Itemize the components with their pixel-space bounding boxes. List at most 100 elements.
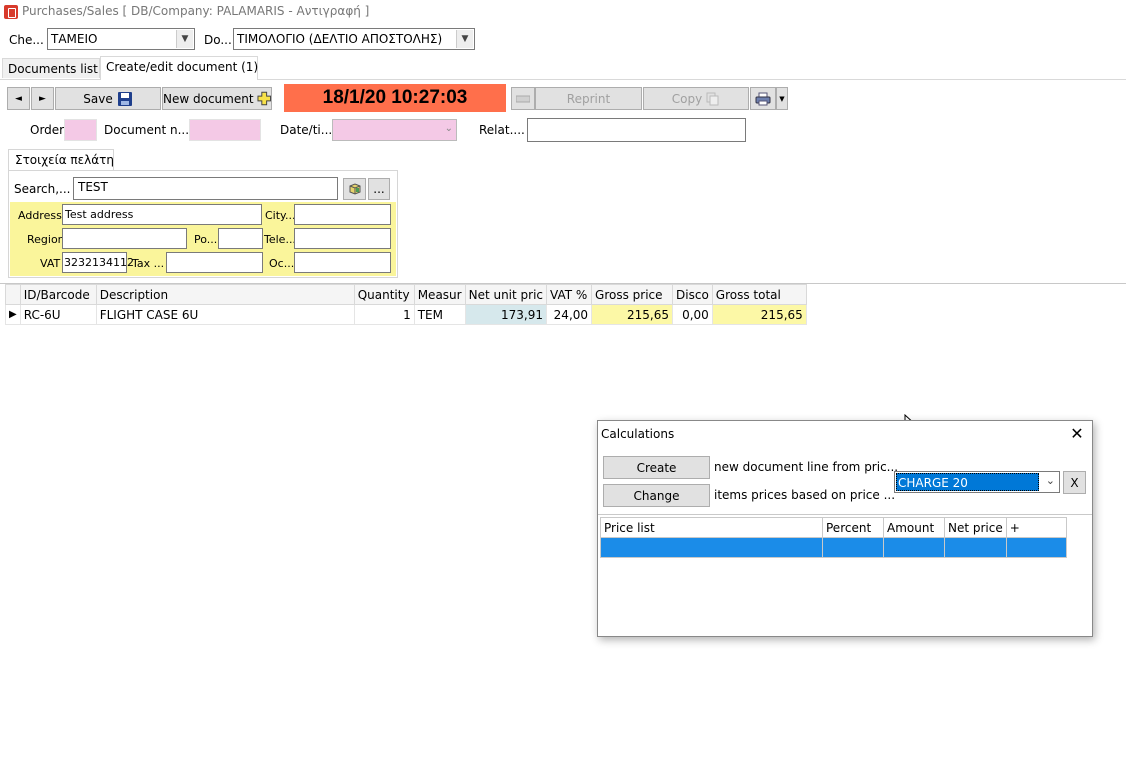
tab-customer-details[interactable]: Στοιχεία πελάτη [8, 149, 114, 171]
clear-button[interactable]: X [1063, 471, 1086, 494]
next-button[interactable]: ► [31, 87, 54, 110]
chevron-down-icon[interactable]: ▼ [176, 30, 193, 48]
order-label: Order [30, 123, 65, 137]
cell-gross-total[interactable]: 215,65 [711, 304, 807, 325]
city-field[interactable] [294, 204, 391, 225]
telephone-label: Tele... [264, 233, 296, 246]
grid-header-row: ID/Barcode Description Quantity Measur N… [5, 284, 807, 305]
copy-icon [706, 92, 719, 105]
vat-field[interactable]: 3232134112 [62, 252, 134, 273]
column-price-list[interactable]: Price list [600, 517, 823, 538]
tab-create-edit-document[interactable]: Create/edit document (1) [100, 56, 258, 80]
column-vat-percent[interactable]: VAT % [546, 284, 593, 305]
cell-id-barcode[interactable]: RC-6U [19, 304, 97, 325]
close-icon[interactable]: ✕ [1068, 424, 1086, 443]
address-field[interactable]: Test address [62, 204, 262, 225]
related-field[interactable] [527, 118, 746, 142]
cell-description[interactable]: FLIGHT CASE 6U [95, 304, 355, 325]
dialog-title: Calculations [601, 427, 675, 441]
prev-button[interactable]: ◄ [7, 87, 30, 110]
change-description: items prices based on price ... [714, 488, 896, 502]
column-quantity[interactable]: Quantity [353, 284, 415, 305]
calc-cell-add[interactable] [1005, 537, 1067, 558]
customer-more-button[interactable]: ... [368, 178, 390, 200]
related-label: Relat.... [479, 123, 525, 137]
column-measure[interactable]: Measur [413, 284, 466, 305]
city-label: City... [265, 209, 296, 222]
cell-discount[interactable]: 0,00 [672, 304, 713, 325]
cell-vat-percent[interactable]: 24,00 [546, 304, 593, 325]
postal-code-label: Po... [194, 233, 218, 246]
address-label: Address [18, 209, 62, 222]
calc-cell-amount[interactable] [883, 537, 945, 558]
datetime-display: 18/1/20 10:27:03 [284, 84, 506, 112]
customer-lookup-button[interactable] [343, 178, 366, 200]
date-time-label: Date/ti... [280, 123, 333, 137]
calculations-dialog: Calculations ✕ Create new document line … [597, 420, 1093, 637]
column-description[interactable]: Description [95, 284, 355, 305]
plus-icon [257, 91, 271, 106]
cell-gross-price[interactable]: 215,65 [591, 304, 674, 325]
chevron-down-icon[interactable]: ▼ [456, 30, 473, 48]
doc-type-select-value: ΤΙΜΟΛΟΓΙΟ (ΔΕΛΤΙΟ ΑΠΟΣΤΟΛΗΣ) [237, 32, 443, 46]
column-amount[interactable]: Amount [883, 517, 945, 538]
document-number-label: Document n... [104, 123, 190, 137]
minus-button [511, 87, 535, 110]
tax-office-field[interactable] [166, 252, 263, 273]
calc-cell-net-price[interactable] [944, 537, 1007, 558]
cell-measure[interactable]: TEM [413, 304, 466, 325]
column-id-barcode[interactable]: ID/Barcode [19, 284, 97, 305]
column-percent[interactable]: Percent [822, 517, 884, 538]
column-gross-price[interactable]: Gross price [591, 284, 674, 305]
print-options-dropdown[interactable]: ▼ [776, 87, 788, 110]
document-number-field[interactable] [189, 119, 261, 141]
column-gross-total[interactable]: Gross total [711, 284, 807, 305]
calculations-grid: Price list Percent Amount Net price + [598, 514, 1092, 637]
chevron-down-icon: ▼ [779, 94, 785, 103]
region-field[interactable] [62, 228, 187, 249]
cash-select[interactable]: ΤΑΜΕΙΟ ▼ [47, 28, 195, 50]
search-label: Search,... [14, 182, 71, 196]
calc-header-row: Price list Percent Amount Net price + [600, 517, 1067, 538]
cell-quantity[interactable]: 1 [353, 304, 415, 325]
app-icon [4, 5, 18, 19]
chevron-down-icon[interactable]: ⌄ [445, 123, 453, 134]
column-discount[interactable]: Disco [672, 284, 713, 305]
box-icon [349, 183, 360, 195]
save-label: Save [83, 91, 113, 106]
occupation-field[interactable] [294, 252, 391, 273]
column-add[interactable]: + [1005, 517, 1067, 538]
cash-select-value: ΤΑΜΕΙΟ [51, 32, 98, 46]
title-bar: Purchases/Sales [ DB/Company: PALAMARIS … [0, 0, 1126, 24]
telephone-field[interactable] [294, 228, 391, 249]
customer-search-input[interactable]: TEST [73, 177, 338, 200]
grid-indicator-header [5, 284, 21, 305]
tab-documents-list[interactable]: Documents list [2, 58, 100, 78]
column-net-unit-price[interactable]: Net unit pric [464, 284, 548, 305]
tax-office-label: Tax ... [132, 257, 165, 270]
calc-cell-price-list[interactable] [600, 537, 823, 558]
chevron-down-icon[interactable]: ⌄ [1046, 474, 1055, 487]
region-label: Region [27, 233, 65, 246]
main-tabs: Documents list Create/edit document (1) [0, 56, 1126, 80]
calc-cell-percent[interactable] [822, 537, 884, 558]
postal-code-field[interactable] [218, 228, 263, 249]
print-button[interactable] [750, 87, 776, 110]
copy-button: Copy [643, 87, 749, 110]
floppy-disk-icon [117, 91, 132, 106]
create-button[interactable]: Create [603, 456, 710, 479]
column-net-price[interactable]: Net price [944, 517, 1007, 538]
date-time-field[interactable]: ⌄ [332, 119, 457, 141]
doc-type-select[interactable]: ΤΙΜΟΛΟΓΙΟ (ΔΕΛΤΙΟ ΑΠΟΣΤΟΛΗΣ) ▼ [233, 28, 475, 50]
window-title: Purchases/Sales [ DB/Company: PALAMARIS … [22, 4, 370, 18]
price-list-select[interactable]: CHARGE 20 ⌄ [894, 471, 1060, 493]
save-button[interactable]: Save [55, 87, 161, 110]
cell-net-unit-price[interactable]: 173,91 [464, 304, 548, 325]
table-row[interactable] [600, 537, 1067, 558]
copy-label: Copy [671, 91, 703, 106]
new-document-button[interactable]: New document [162, 87, 272, 110]
new-document-label: New document [163, 91, 254, 106]
order-field[interactable] [64, 119, 97, 141]
change-button[interactable]: Change [603, 484, 710, 507]
table-row[interactable]: ▶ RC-6U FLIGHT CASE 6U 1 TEM 173,91 24,0… [5, 304, 807, 325]
